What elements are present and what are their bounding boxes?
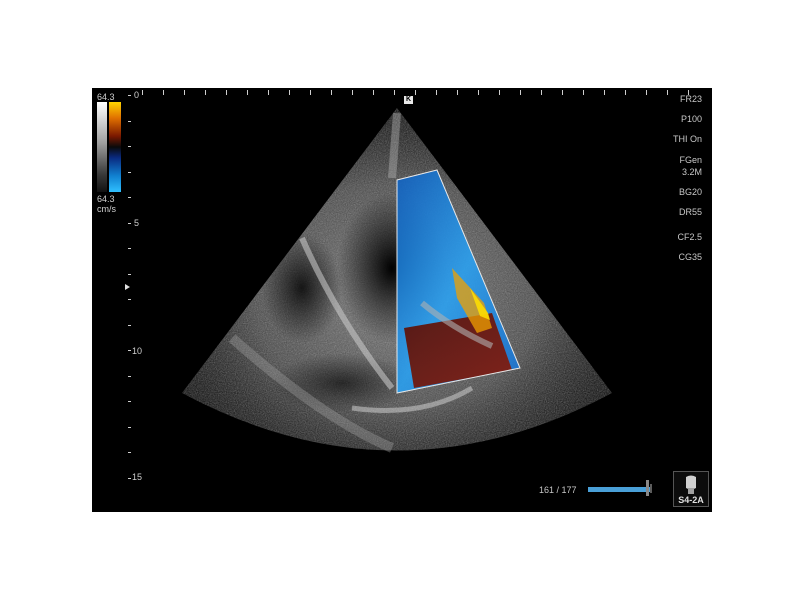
cine-progress-bar[interactable]: [588, 487, 650, 492]
param-cf: CF2.5: [677, 232, 702, 242]
cine-frame-counter: 161 / 177: [539, 485, 577, 495]
param-power: P100: [680, 114, 702, 124]
probe-indicator: S4-2A: [673, 471, 709, 507]
cine-slider-cap: [650, 484, 652, 493]
param-dr: DR55: [678, 207, 702, 217]
param-bg: BG20: [678, 187, 702, 197]
param-frequency: 3.2M: [681, 167, 702, 177]
ultrasound-screen: 0 5 10 15 64.3 64.3 cm/s K FR23 P100 THI…: [92, 88, 712, 512]
param-frame-rate: FR23: [679, 94, 702, 104]
param-cg: CG35: [678, 252, 702, 262]
param-fgen: FGen: [679, 155, 702, 165]
param-thi: THI On: [672, 134, 702, 144]
echo-sector-image: [182, 108, 612, 453]
probe-icon: [686, 475, 696, 494]
probe-name: S4-2A: [678, 495, 704, 505]
cine-slider-handle[interactable]: [646, 480, 649, 496]
